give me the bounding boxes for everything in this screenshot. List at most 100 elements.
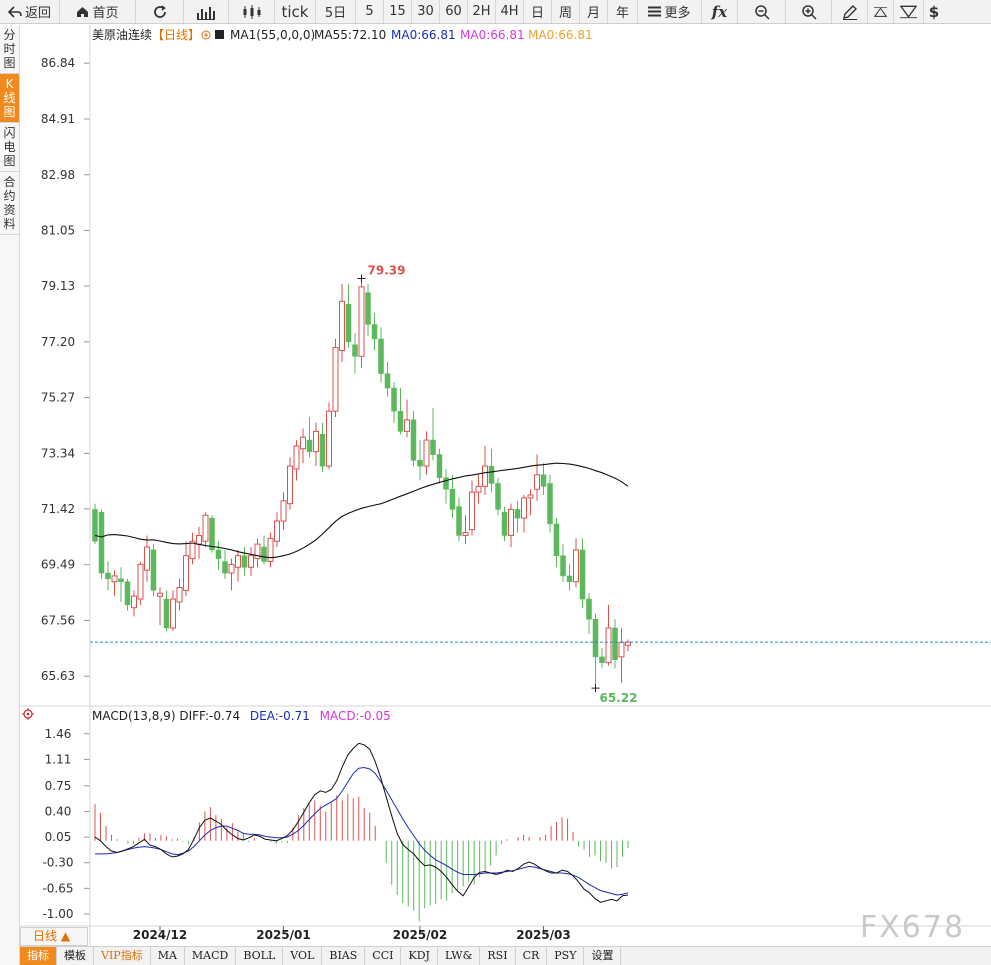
macd-hist-value: MACD:-0.05	[320, 709, 391, 723]
indicator-tab[interactable]: RSI	[480, 947, 516, 965]
period-5-button[interactable]: 5	[356, 0, 384, 23]
pen-button[interactable]	[832, 0, 868, 23]
period-5-label: 5	[365, 4, 374, 19]
date-tick-label: 2025/01	[256, 928, 310, 942]
price-tick-label: 65.63	[41, 669, 75, 683]
indicator-tab[interactable]: 设置	[584, 947, 622, 965]
macd-tick-label: -0.30	[42, 856, 73, 870]
indicator-tab[interactable]: BOLL	[236, 947, 284, 965]
tick-button[interactable]: tick	[275, 0, 316, 23]
high-price-label: 79.39	[368, 264, 406, 278]
indicator-tab[interactable]: PSY	[547, 947, 585, 965]
indicator-tab[interactable]: MACD	[185, 947, 237, 965]
five-day-button[interactable]: 5日	[316, 0, 356, 23]
home-button[interactable]: 首页	[60, 0, 136, 23]
period-day-button[interactable]: 日	[524, 0, 552, 23]
fx-button[interactable]: fx	[702, 0, 738, 23]
bar-chart-icon	[197, 6, 215, 20]
zoom-out-button[interactable]	[738, 0, 786, 23]
more-button[interactable]: 更多	[638, 0, 702, 23]
zoom-out-icon	[754, 4, 770, 20]
candle-body	[131, 595, 137, 609]
dollar-button[interactable]: $	[924, 0, 944, 23]
candle-body	[326, 410, 332, 467]
candle-body	[540, 474, 547, 487]
price-tick-label: 86.84	[41, 56, 75, 70]
date-tick-label: 2024/12	[133, 928, 187, 942]
annotations: 79.39 65.22	[90, 264, 991, 705]
sidebar-tab-kline[interactable]: K线图	[0, 74, 19, 123]
pen-icon	[842, 4, 857, 20]
settings-circle-icon[interactable]	[201, 30, 211, 40]
indicator-tab[interactable]: KDJ	[401, 947, 438, 965]
macd-tick-label: 0.75	[45, 779, 72, 793]
candle-body	[384, 373, 391, 389]
period-2h-button[interactable]: 2H	[468, 0, 496, 23]
triangle-down-icon	[900, 5, 917, 18]
home-label: 首页	[92, 6, 119, 21]
candle-body	[105, 572, 111, 580]
indicator-tab[interactable]: VIP指标	[94, 947, 151, 965]
indicator-tab[interactable]: 模板	[57, 947, 94, 965]
more-label: 更多	[664, 6, 691, 21]
candle-body	[592, 619, 599, 658]
candlesticks	[92, 278, 631, 689]
macd-tick-label: -1.00	[42, 907, 73, 921]
indicator-tab[interactable]: LW&	[438, 947, 481, 965]
macd-gear-icon[interactable]	[22, 708, 34, 720]
sidebar-tab-contract-info[interactable]: 合约资料	[0, 172, 19, 235]
menu-icon	[648, 6, 662, 17]
candle-body	[462, 532, 469, 536]
back-label: 返回	[24, 6, 51, 21]
period-toggle-button[interactable]: 日线 ▲	[20, 927, 88, 946]
indicator-tab[interactable]: 指标	[20, 947, 57, 965]
price-tick-label: 75.27	[41, 391, 75, 405]
chart-area[interactable]: 86.84 84.91 82.98 81.05 79.13 77.20 75.27 73.34…	[20, 25, 991, 946]
candle-body	[547, 483, 553, 525]
indicator-tab[interactable]: CR	[516, 947, 548, 965]
candle-body	[514, 509, 521, 519]
indicator-tab[interactable]: BIAS	[322, 947, 366, 965]
price-tick-label: 84.91	[41, 112, 75, 126]
candle-body	[423, 439, 430, 467]
candle-body	[339, 300, 345, 351]
bar-chart-button[interactable]	[184, 0, 229, 23]
period-60-label: 60	[445, 4, 462, 19]
macd-tick-label: 1.46	[45, 727, 72, 741]
period-month-button[interactable]: 月	[580, 0, 608, 23]
period-4h-button[interactable]: 4H	[496, 0, 524, 23]
period-week-button[interactable]: 周	[552, 0, 580, 23]
instrument-name: 美原油连续	[92, 27, 152, 42]
refresh-button[interactable]	[136, 0, 184, 23]
period-year-button[interactable]: 年	[608, 0, 638, 23]
sidebar-tab-timeshare[interactable]: 分时图	[0, 25, 19, 74]
period-15-label: 15	[389, 4, 406, 19]
period-15-button[interactable]: 15	[384, 0, 412, 23]
candle-body	[586, 598, 592, 620]
ma0-value-orange: MA0:66.81	[528, 28, 593, 42]
period-30-button[interactable]: 30	[412, 0, 440, 23]
indicator-tab[interactable]: VOL	[283, 947, 323, 965]
candle-body	[345, 303, 352, 343]
period-60-button[interactable]: 60	[440, 0, 468, 23]
triangle-down-button[interactable]	[894, 0, 924, 23]
low-price-label: 65.22	[600, 691, 638, 705]
back-button[interactable]: 返回	[0, 0, 60, 23]
candle-body	[612, 627, 618, 661]
indicator-tab[interactable]: MA	[151, 947, 185, 965]
low-marker	[591, 684, 600, 693]
price-axis: 86.84 84.91 82.98 81.05 79.13 77.20 75.27 73.34…	[41, 56, 90, 683]
toolbar: 返回 首页 tick 5日 5 15 30 60 2H 4H 日 周 月 年 更…	[0, 0, 991, 24]
period-day-label: 日	[530, 6, 544, 21]
candle-body	[560, 555, 566, 577]
zoom-in-button[interactable]	[786, 0, 832, 23]
indicator-tab[interactable]: CCI	[365, 947, 402, 965]
ma-legend-marker	[215, 30, 224, 39]
triangle-up-button[interactable]	[868, 0, 894, 23]
candle-body	[306, 439, 313, 452]
candlestick-button[interactable]	[229, 0, 275, 23]
ma-legend: MA1(55,0,0,0) MA55:72.10 MA0:66.81 MA0:6…	[215, 28, 593, 42]
sidebar-tab-flash[interactable]: 闪电图	[0, 123, 19, 172]
candle-body	[599, 656, 605, 663]
candle-body	[274, 520, 280, 542]
